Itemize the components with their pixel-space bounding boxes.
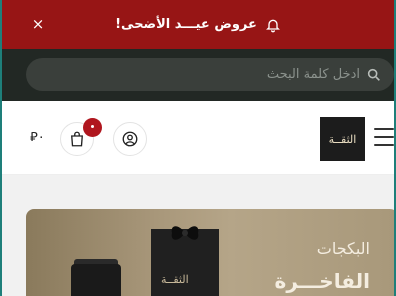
menu-line	[374, 128, 394, 130]
promo-content: عروض عيـــد الأضحى!	[115, 17, 281, 33]
hero-title-line2: الفاخـــرة	[274, 269, 370, 293]
cart-badge	[83, 118, 102, 137]
cart-total: ⃁٠	[30, 130, 45, 145]
search-icon[interactable]	[366, 67, 382, 83]
menu-line	[374, 144, 394, 146]
close-icon[interactable]: ×	[28, 14, 48, 34]
promo-bar: × عروض عيـــد الأضحى!	[2, 0, 394, 49]
app-frame: × عروض عيـــد الأضحى! ⃁٠	[0, 0, 396, 296]
bow-icon	[171, 226, 199, 240]
cart-icon	[71, 131, 83, 147]
bag-logo-text: الثقــة	[161, 273, 189, 286]
menu-line	[374, 136, 394, 138]
hero-banner[interactable]: الثقــة البكجات الفاخـــرة	[26, 209, 394, 296]
cart-badge-dot	[91, 125, 94, 128]
search-box[interactable]	[26, 58, 394, 91]
promo-text[interactable]: عروض عيـــد الأضحى!	[115, 17, 257, 32]
search-section	[2, 49, 394, 101]
store-logo[interactable]: الثقــة	[320, 117, 365, 161]
account-button[interactable]	[113, 122, 147, 156]
header: ⃁٠ الثقــة	[2, 101, 394, 175]
user-icon	[122, 131, 138, 147]
search-input[interactable]	[160, 67, 360, 82]
logo-text: الثقــة	[328, 132, 357, 146]
menu-icon[interactable]	[374, 128, 394, 146]
jewelry-box	[71, 264, 121, 296]
hero-title-line1: البكجات	[316, 239, 370, 258]
bell-icon	[265, 19, 280, 32]
